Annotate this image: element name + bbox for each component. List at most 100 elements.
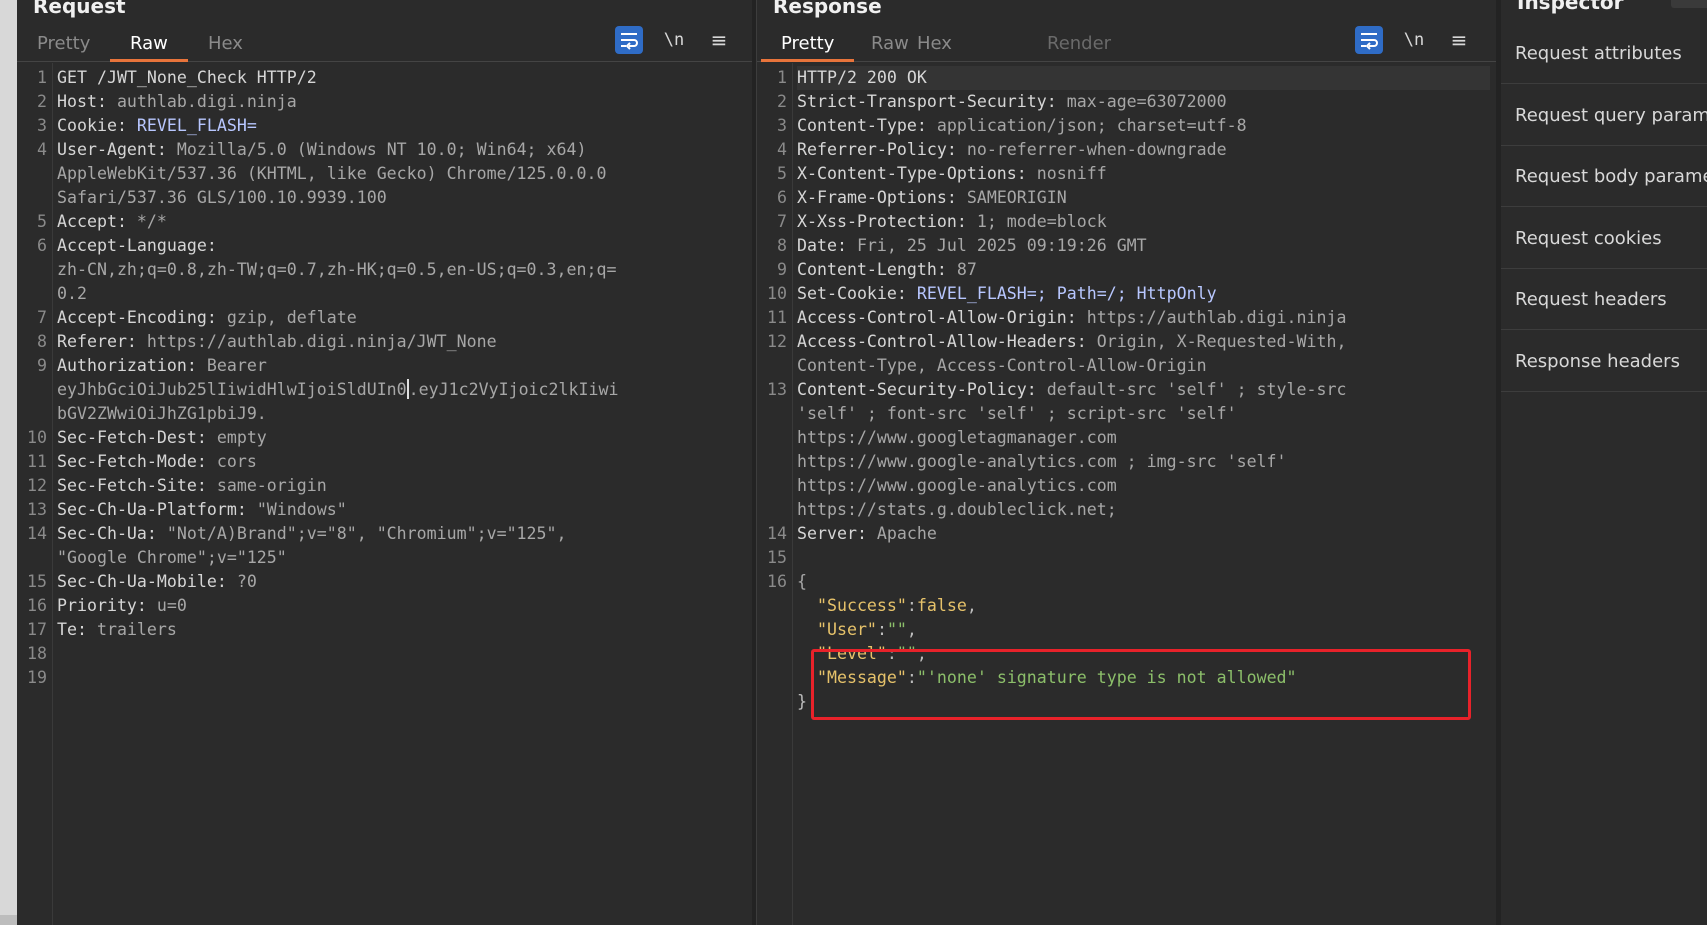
- request-code-line: 9 Authorization: Bearer: [37, 354, 746, 378]
- response-line-number: 12: [767, 332, 787, 351]
- request-line-number: 3: [37, 116, 47, 135]
- request-header-name: Sec-Ch-Ua:: [57, 524, 157, 543]
- response-title: Response: [773, 0, 882, 18]
- request-code-line: 1 GET /JWT_None_Check HTTP/2: [37, 66, 746, 90]
- response-header-value: https://www.google-analytics.com: [797, 476, 1117, 495]
- response-editor[interactable]: 1 HTTP/2 200 OK 2 Strict-Transport-Security…: [757, 63, 1496, 925]
- response-line-number: 7: [777, 212, 787, 231]
- request-header-value: bGV2ZWwiOiJhZG1pbiJ9.: [57, 404, 267, 423]
- request-wrap-button[interactable]: [615, 26, 643, 54]
- request-code-line: 16 Priority: u=0: [27, 594, 746, 618]
- request-code-line: Safari/537.36 GLS/100.10.9939.100: [57, 186, 746, 210]
- response-line-number: 16: [767, 572, 787, 591]
- response-json-brace: }: [797, 692, 807, 711]
- request-tab-raw[interactable]: Raw: [110, 30, 188, 62]
- request-header-value: eyJhbGciOiJub25lIiwidHlwIjoiSldUIn0: [57, 380, 407, 399]
- request-editor[interactable]: 1 GET /JWT_None_Check HTTP/2 2 Host: authla…: [17, 63, 752, 925]
- request-code-line: 19: [27, 666, 746, 690]
- request-line-number: 5: [37, 212, 47, 231]
- request-code-line: 3 Cookie: REVEL_FLASH=: [37, 114, 746, 138]
- response-header-name: Content-Security-Policy:: [797, 380, 1037, 399]
- response-tab-hex[interactable]: Hex: [897, 30, 972, 62]
- inspector-request-cookies[interactable]: Request cookies: [1501, 208, 1707, 269]
- request-header-value: same-origin: [206, 476, 327, 495]
- request-header-value: gzip, deflate: [216, 308, 357, 327]
- response-json-colon: :: [876, 620, 887, 639]
- request-header-name: User-Agent:: [57, 140, 167, 159]
- request-header-name: Cookie:: [57, 116, 127, 135]
- response-header-value: https://www.google-analytics.com ; img-s…: [797, 452, 1287, 471]
- response-code-line: 16 {: [767, 570, 1490, 594]
- response-code-line: 4 Referrer-Policy: no-referrer-when-downg…: [777, 138, 1490, 162]
- request-header-name: GET /JWT_None_Check HTTP/2: [57, 68, 317, 87]
- response-code-line: 8 Date: Fri, 25 Jul 2025 09:19:26 GMT: [777, 234, 1490, 258]
- response-header-value: default-src 'self' ; style-src: [1036, 380, 1347, 399]
- response-header-value: SAMEORIGIN: [956, 188, 1067, 207]
- response-tab-render[interactable]: Render: [1027, 30, 1131, 62]
- response-json-indent: [797, 596, 817, 615]
- response-line-number: 8: [777, 236, 787, 255]
- request-code-line: 13 Sec-Ch-Ua-Platform: "Windows": [27, 498, 746, 522]
- response-line-number: 1: [777, 68, 787, 87]
- response-header-value: no-referrer-when-downgrade: [956, 140, 1227, 159]
- request-line-number: 1: [37, 68, 47, 87]
- request-header-value: https://authlab.digi.ninja/JWT_None: [136, 332, 497, 351]
- inspector-request-query-params[interactable]: Request query parameters: [1501, 85, 1707, 146]
- response-code-line: 12 Access-Control-Allow-Headers: Origin, …: [767, 330, 1490, 354]
- response-json-line: "User":"",: [797, 618, 1490, 642]
- response-header-value: {: [797, 572, 807, 591]
- response-header-value: max-age=63072000: [1056, 92, 1227, 111]
- response-header-value: Fri, 25 Jul 2025 09:19:26 GMT: [846, 236, 1147, 255]
- inspector-request-headers[interactable]: Request headers: [1501, 269, 1707, 330]
- request-code: 1 GET /JWT_None_Check HTTP/2 2 Host: authla…: [27, 66, 746, 690]
- response-json-comma: ,: [906, 620, 917, 639]
- inspector-header-button[interactable]: [1671, 0, 1707, 8]
- response-line-number: 3: [777, 116, 787, 135]
- request-newline-toggle[interactable]: \n: [660, 26, 688, 54]
- response-header-name: Server:: [797, 524, 867, 543]
- response-newline-toggle[interactable]: \n: [1400, 26, 1428, 54]
- request-code-line: "Google Chrome";v="125": [57, 546, 746, 570]
- response-line-number: 5: [777, 164, 787, 183]
- request-code-line: eyJhbGciOiJub25lIiwidHlwIjoiSldUIn0 .eyJ1…: [57, 378, 746, 402]
- response-header-value: REVEL_FLASH=; Path=/; HttpOnly: [906, 284, 1217, 303]
- request-code-line: 8 Referer: https://authlab.digi.ninja/JWT…: [37, 330, 746, 354]
- inspector-response-headers[interactable]: Response headers: [1501, 331, 1707, 392]
- request-code-line: 7 Accept-Encoding: gzip, deflate: [37, 306, 746, 330]
- response-code-line: 6 X-Frame-Options: SAMEORIGIN: [777, 186, 1490, 210]
- request-line-number: 8: [37, 332, 47, 351]
- response-wrap-button[interactable]: [1355, 26, 1383, 54]
- response-tab-pretty[interactable]: Pretty: [761, 30, 855, 62]
- request-menu-button[interactable]: ≡: [705, 26, 733, 54]
- request-code-line: 18: [27, 642, 746, 666]
- response-code-line: https://www.googletagmanager.com: [797, 426, 1490, 450]
- inspector-request-body-params[interactable]: Request body parameters: [1501, 146, 1707, 207]
- response-line-number: 10: [767, 284, 787, 303]
- request-header-value: cors: [206, 452, 257, 471]
- request-header-name: Sec-Ch-Ua-Platform:: [57, 500, 247, 519]
- response-json-line: "Success":false,: [797, 594, 1490, 618]
- response-menu-button[interactable]: ≡: [1445, 26, 1473, 54]
- response-header-name: Access-Control-Allow-Headers:: [797, 332, 1087, 351]
- wrap-lines-icon: [621, 33, 638, 50]
- response-header-name: Strict-Transport-Security:: [797, 92, 1057, 111]
- response-header-value: application/json; charset=utf-8: [926, 116, 1247, 135]
- response-header-name: Content-Type:: [797, 116, 927, 135]
- request-header-name: Priority:: [57, 596, 147, 615]
- response-header-value: Content-Type, Access-Control-Allow-Origi…: [797, 356, 1207, 375]
- response-header-name: Content-Length:: [797, 260, 947, 279]
- request-header-name: Accept-Encoding:: [57, 308, 217, 327]
- response-code-line: 5 X-Content-Type-Options: nosniff: [777, 162, 1490, 186]
- request-code-line: zh-CN,zh;q=0.8,zh-TW;q=0.7,zh-HK;q=0.5,e…: [57, 258, 746, 282]
- request-header-name: Sec-Fetch-Site:: [57, 476, 207, 495]
- inspector-request-attributes[interactable]: Request attributes: [1501, 23, 1707, 84]
- request-code-line: 5 Accept: */*: [37, 210, 746, 234]
- response-tabbar: Pretty Raw Hex Render: [757, 24, 1496, 62]
- response-json-comma: ,: [966, 596, 977, 615]
- response-code-line: 2 Strict-Transport-Security: max-age=6307…: [777, 90, 1490, 114]
- request-line-number: 2: [37, 92, 47, 111]
- request-tab-pretty[interactable]: Pretty: [17, 30, 110, 62]
- response-code-line: Content-Type, Access-Control-Allow-Origi…: [797, 354, 1490, 378]
- request-tab-hex[interactable]: Hex: [188, 30, 263, 62]
- response-code-line: 3 Content-Type: application/json; charset…: [777, 114, 1490, 138]
